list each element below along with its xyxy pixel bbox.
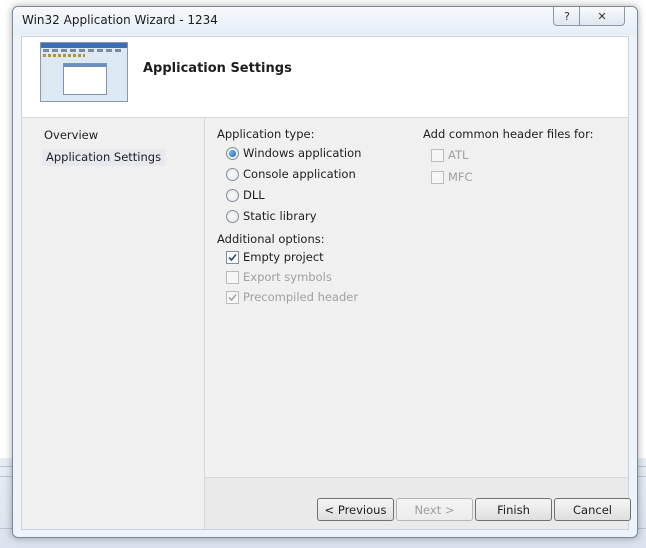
radio-static-library[interactable]: Static library: [226, 209, 317, 223]
wizard-header: Application Settings: [22, 37, 628, 118]
radio-button-checked[interactable]: [226, 146, 239, 160]
radio-button[interactable]: [226, 167, 239, 181]
next-button: Next >: [396, 498, 473, 521]
wizard-client: Application Settings Overview Applicatio…: [21, 36, 631, 530]
wizard-window: Win32 Application Wizard - 1234 ? ✕ Appl…: [12, 6, 638, 538]
title-bar: Win32 Application Wizard - 1234 ? ✕: [13, 7, 637, 35]
window-title: Win32 Application Wizard - 1234: [22, 13, 218, 27]
checkbox-export-symbols: Export symbols: [226, 270, 332, 284]
check-mark-icon: [228, 293, 237, 301]
checkbox-label: MFC: [448, 170, 473, 184]
checkbox-disabled: [431, 170, 444, 184]
common-headers-label: Add common header files for:: [423, 127, 594, 141]
checkbox-empty-project[interactable]: Empty project: [226, 250, 324, 264]
radio-button[interactable]: [226, 209, 239, 223]
additional-options-label: Additional options:: [217, 232, 325, 246]
checkbox-label: Precompiled header: [243, 290, 359, 304]
radio-label: Static library: [243, 209, 317, 223]
nav-item-application-settings[interactable]: Application Settings: [42, 149, 166, 166]
previous-button[interactable]: < Previous: [317, 498, 394, 521]
radio-label: DLL: [243, 188, 265, 202]
radio-console-application[interactable]: Console application: [226, 167, 356, 181]
radio-button[interactable]: [226, 188, 239, 202]
close-button[interactable]: ✕: [579, 7, 625, 26]
radio-windows-application[interactable]: Windows application: [226, 146, 361, 160]
wizard-footer: < Previous Next > Finish Cancel: [205, 478, 631, 529]
finish-button[interactable]: Finish: [475, 498, 552, 521]
checkbox-disabled: [226, 270, 239, 284]
wizard-nav: Overview Application Settings: [22, 118, 204, 529]
wizard-thumbnail-image: [40, 42, 128, 102]
help-button[interactable]: ?: [553, 7, 581, 26]
checkbox-precompiled-header: Precompiled header: [226, 290, 358, 304]
radio-label: Console application: [243, 167, 356, 181]
checkbox-checked[interactable]: [226, 250, 239, 264]
help-icon: ?: [564, 9, 570, 23]
cancel-button[interactable]: Cancel: [554, 498, 631, 521]
checkbox-atl: ATL: [431, 148, 468, 162]
checkbox-mfc: MFC: [431, 170, 473, 184]
radio-label: Windows application: [243, 146, 362, 160]
nav-item-overview[interactable]: Overview: [44, 128, 98, 142]
close-icon: ✕: [597, 9, 607, 23]
checkbox-label: Export symbols: [243, 270, 332, 284]
checkbox-disabled-checked: [226, 290, 239, 304]
application-type-label: Application type:: [217, 127, 315, 141]
check-mark-icon: [228, 253, 237, 261]
checkbox-label: Empty project: [243, 250, 324, 264]
page-title: Application Settings: [143, 61, 292, 76]
radio-dll[interactable]: DLL: [226, 188, 265, 202]
settings-panel: Application type: Windows application Co…: [205, 118, 628, 477]
checkbox-label: ATL: [448, 148, 469, 162]
checkbox-disabled: [431, 148, 444, 162]
